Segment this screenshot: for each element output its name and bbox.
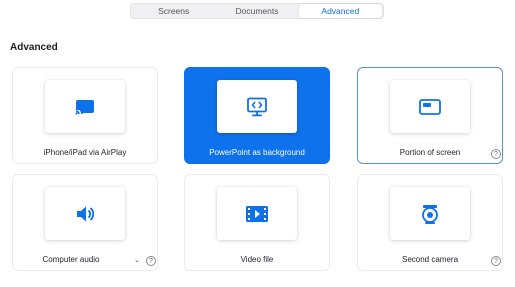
- option-label: Second camera: [401, 255, 459, 264]
- option-label: iPhone/iPad via AirPlay: [43, 148, 127, 157]
- tab-documents[interactable]: Documents: [215, 4, 298, 18]
- option-thumbnail: [217, 187, 297, 240]
- option-thumbnail: [390, 80, 470, 133]
- chevron-down-icon[interactable]: ⌄: [134, 256, 140, 264]
- powerpoint-presenter-icon: [246, 97, 268, 117]
- option-thumbnail: [45, 80, 125, 133]
- option-thumbnail: [390, 187, 470, 240]
- option-airplay[interactable]: iPhone/iPad via AirPlay: [12, 67, 158, 164]
- screen-portion-icon: [418, 98, 442, 116]
- option-thumbnail: [217, 80, 297, 133]
- speaker-icon: [74, 204, 96, 224]
- option-label: Computer audio: [42, 255, 100, 264]
- option-video-file[interactable]: Video file: [184, 174, 330, 271]
- option-label: PowerPoint as background: [209, 148, 305, 157]
- option-label: Video file: [240, 255, 274, 264]
- option-powerpoint-background[interactable]: PowerPoint as background: [184, 67, 330, 164]
- option-portion-of-screen[interactable]: Portion of screen ?: [357, 67, 503, 164]
- tab-advanced[interactable]: Advanced: [298, 4, 382, 18]
- help-icon[interactable]: ?: [146, 256, 156, 266]
- camera-icon: [419, 203, 441, 225]
- airplay-cast-icon: [74, 98, 96, 116]
- video-file-icon: [245, 205, 269, 223]
- share-tab-bar: Screens Documents Advanced: [130, 3, 384, 19]
- option-second-camera[interactable]: Second camera ?: [357, 174, 503, 271]
- option-computer-audio[interactable]: Computer audio ⌄ ?: [12, 174, 158, 271]
- help-icon[interactable]: ?: [491, 256, 501, 266]
- option-thumbnail: [45, 187, 125, 240]
- section-title: Advanced: [10, 42, 58, 53]
- option-label: Portion of screen: [399, 148, 461, 157]
- help-icon[interactable]: ?: [491, 149, 501, 159]
- tab-screens[interactable]: Screens: [132, 4, 215, 18]
